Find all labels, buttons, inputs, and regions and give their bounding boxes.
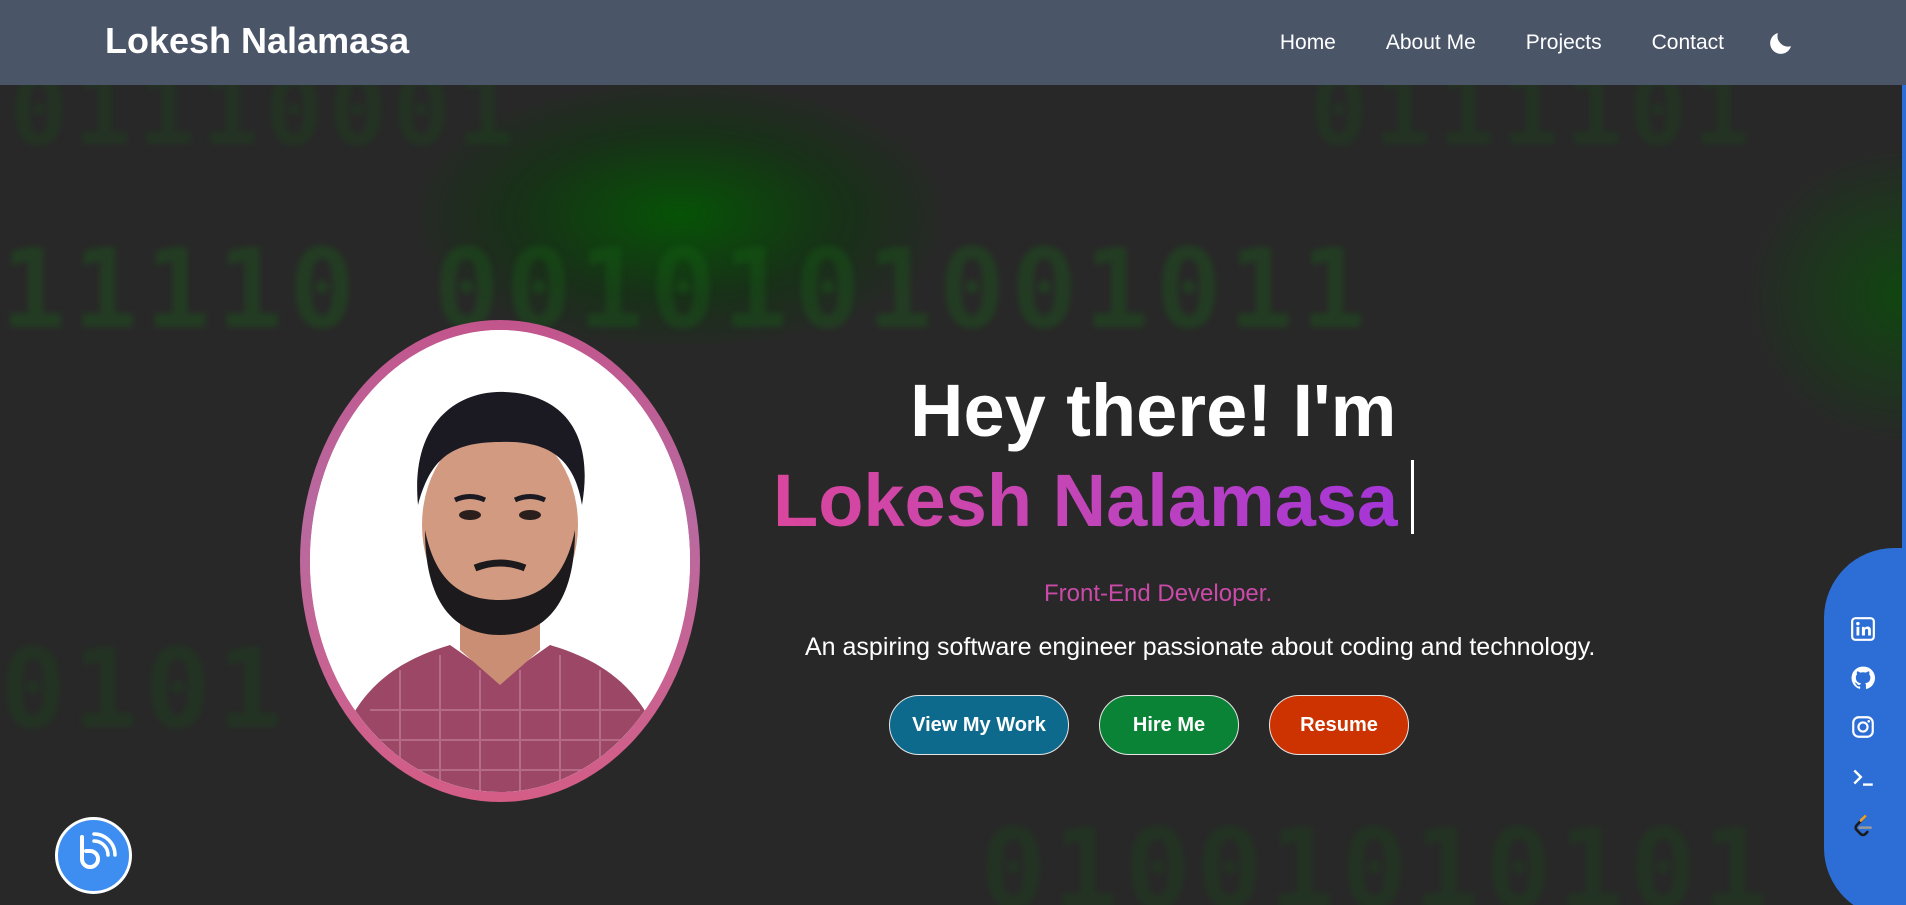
background-binary-text: 01110001 [10,85,521,167]
typing-cursor [1411,460,1414,534]
view-my-work-button[interactable]: View My Work [889,695,1069,755]
hero-greeting: Hey there! I'm [910,369,1397,452]
moon-icon[interactable] [1766,28,1796,58]
social-sidebar [1824,548,1906,905]
navbar: Lokesh Nalamasa Home About Me Projects C… [0,0,1906,85]
instagram-icon[interactable] [1850,714,1876,740]
blog-button[interactable] [55,817,132,894]
background-binary-text: 0101 [0,625,289,753]
nav-link-contact[interactable]: Contact [1652,31,1724,55]
nav-link-projects[interactable]: Projects [1526,31,1602,55]
resume-button[interactable]: Resume [1269,695,1409,755]
background-glow-right [1746,145,1906,445]
blog-icon [70,829,118,882]
terminal-icon[interactable] [1850,764,1876,790]
hero-description: An aspiring software engineer passionate… [805,633,1596,661]
background-binary-text: 11110 0010101001011 [0,225,1373,353]
github-icon[interactable] [1850,665,1876,691]
brand-logo[interactable]: Lokesh Nalamasa [105,20,409,62]
hero-role: Front-End Developer. [1044,580,1273,607]
leetcode-icon[interactable] [1850,813,1876,839]
nav-link-about[interactable]: About Me [1386,31,1476,55]
nav-link-home[interactable]: Home [1280,31,1336,55]
background-binary-text: 0111101 [1310,85,1757,167]
profile-photo-frame [300,320,700,802]
hire-me-button[interactable]: Hire Me [1099,695,1239,755]
linkedin-icon[interactable] [1850,616,1876,642]
nav-links: Home About Me Projects Contact [1230,0,1796,85]
background-binary-text: 01001010101 [980,805,1775,905]
profile-photo [310,330,690,792]
hero-name: Lokesh Nalamasa [773,459,1399,542]
